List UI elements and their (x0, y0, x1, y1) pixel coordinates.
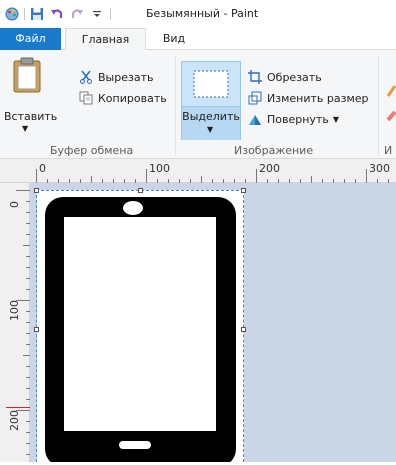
title-bar: Безымянный - Paint (0, 0, 396, 28)
selection-rectangle-icon (193, 70, 229, 98)
save-button[interactable] (28, 5, 46, 23)
ruler-v-label-0: 0 (8, 201, 21, 208)
undo-button[interactable] (48, 5, 66, 23)
phone-camera (123, 201, 143, 215)
quick-access-divider (24, 8, 25, 20)
resize-handle-right[interactable] (241, 327, 246, 332)
rotate-dropdown-caret: ▼ (332, 114, 339, 124)
select-button-top[interactable] (182, 62, 240, 106)
crop-button[interactable]: Обрезать (247, 67, 322, 87)
ruler-label-300: 300 (369, 162, 390, 175)
undo-icon (51, 9, 63, 18)
ruler-v-label-200: 200 (8, 410, 21, 431)
resize-label: Изменить размер (267, 91, 369, 105)
drawing-canvas[interactable] (37, 190, 244, 465)
vertical-ruler: 0 100 200 (0, 183, 30, 462)
resize-button[interactable]: Изменить размер (247, 88, 369, 108)
rotate-button[interactable]: Повернуть ▼ (247, 109, 339, 129)
phone-home-button (119, 441, 151, 449)
cut-label: Вырезать (98, 70, 154, 84)
rotate-icon (247, 111, 263, 127)
redo-icon (71, 9, 83, 18)
pencil-icon[interactable] (386, 84, 396, 98)
ruler-label-200: 200 (259, 162, 280, 175)
tab-file[interactable]: Файл (0, 28, 61, 50)
crop-icon (247, 69, 263, 85)
image-group-label: Изображение (234, 144, 314, 157)
phone-screen (64, 217, 216, 431)
ribbon-tabs: Файл Главная Вид (0, 28, 396, 51)
tab-view[interactable]: Вид (156, 28, 192, 50)
window-title: Безымянный - Paint (146, 7, 259, 20)
clipboard-group-label: Буфер обмена (50, 144, 134, 157)
select-button[interactable]: Выделить ▼ (181, 61, 241, 140)
save-icon (31, 8, 43, 20)
ribbon-home: Вставить ▼ Вырезать Копировать Буфер обм… (0, 50, 396, 159)
group-divider-clipboard (175, 56, 176, 156)
select-dropdown[interactable]: Выделить ▼ (182, 106, 240, 140)
horizontal-ruler: 0 100 200 300 (0, 159, 396, 183)
smartphone-drawing (45, 197, 236, 465)
tools-group-label: И (384, 144, 393, 157)
group-divider-image (378, 56, 379, 156)
horizontal-ruler-ticks (36, 169, 389, 183)
copy-label: Копировать (98, 91, 167, 105)
copy-icon (78, 90, 94, 106)
paste-dropdown-caret[interactable]: ▼ (22, 124, 28, 133)
resize-handle-left[interactable] (34, 327, 39, 332)
resize-handle-top-left[interactable] (34, 188, 39, 193)
ruler-v-label-100: 100 (8, 300, 21, 321)
customize-quick-access-icon (93, 11, 101, 17)
tab-home[interactable]: Главная (65, 28, 146, 51)
scissors-icon (78, 69, 94, 85)
resize-handle-top-right[interactable] (241, 188, 246, 193)
crop-label: Обрезать (267, 70, 322, 84)
rotate-label: Повернуть (267, 112, 329, 126)
ruler-label-100: 100 (149, 162, 170, 175)
redo-button[interactable] (68, 5, 86, 23)
select-label: Выделить (182, 110, 240, 123)
resize-handle-top[interactable] (138, 188, 143, 193)
eraser-icon[interactable] (386, 108, 396, 122)
cut-button[interactable]: Вырезать (78, 67, 153, 87)
select-dropdown-caret: ▼ (207, 125, 214, 134)
resize-icon (247, 90, 263, 106)
title-divider (110, 8, 111, 20)
paste-label: Вставить (4, 110, 58, 123)
copy-button[interactable]: Копировать (78, 88, 167, 108)
paste-button[interactable]: Вставить ▼ (4, 54, 58, 134)
clipboard-paste-icon (13, 57, 41, 93)
customize-quick-access-button[interactable] (88, 5, 106, 23)
paint-app-icon[interactable] (5, 7, 19, 21)
ruler-label-0: 0 (39, 162, 46, 175)
